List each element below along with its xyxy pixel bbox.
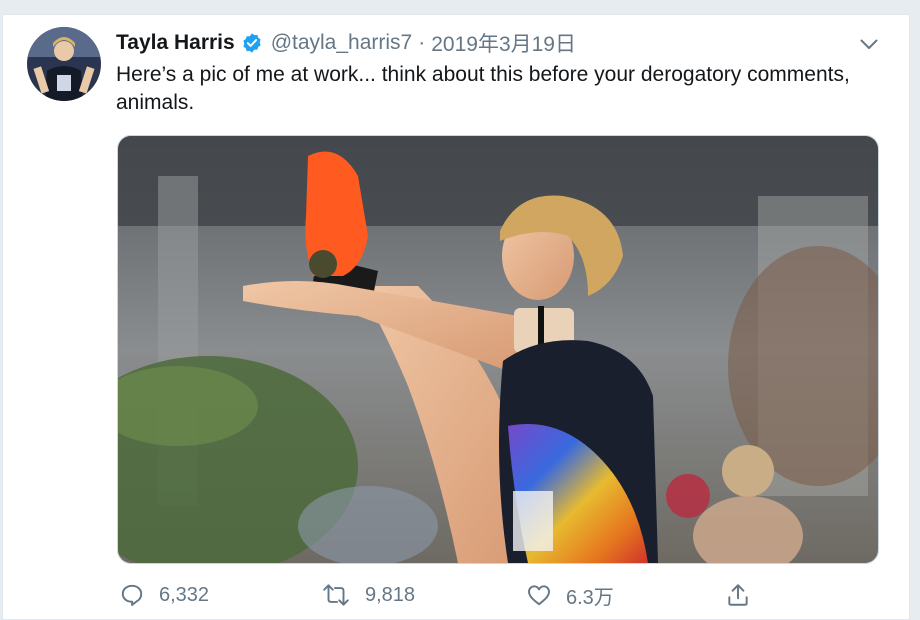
- tweet-date[interactable]: 2019年3月19日: [431, 28, 576, 58]
- like-button[interactable]: 6.3万: [526, 577, 614, 613]
- author-name[interactable]: Tayla Harris: [116, 31, 235, 55]
- retweet-count: 9,818: [365, 583, 416, 606]
- tweet-card[interactable]: Tayla Harris @tayla_harris7 · 2019年3月19日…: [2, 14, 910, 620]
- tweet-photo[interactable]: [117, 135, 879, 564]
- retweet-icon: [323, 584, 349, 606]
- like-count: 6.3万: [566, 586, 614, 609]
- reply-button[interactable]: 6,332: [119, 577, 209, 613]
- tweet-header: Tayla Harris @tayla_harris7 · 2019年3月19日: [116, 29, 576, 57]
- heart-icon: [528, 585, 550, 606]
- chevron-down-icon[interactable]: [858, 35, 880, 53]
- retweet-button[interactable]: 9,818: [321, 577, 415, 613]
- tweet-text: Here’s a pic of me at work... think abou…: [116, 63, 850, 114]
- author-avatar[interactable]: [27, 27, 101, 101]
- header-separator: ·: [418, 31, 426, 54]
- author-handle[interactable]: @tayla_harris7: [271, 31, 413, 55]
- share-icon: [728, 584, 748, 606]
- reply-count: 6,332: [159, 583, 210, 606]
- reply-icon: [121, 584, 143, 606]
- tweet-actions: 6,332 9,818 6.3万: [3, 577, 909, 613]
- share-button[interactable]: [725, 577, 765, 613]
- verified-badge-icon: [241, 32, 263, 54]
